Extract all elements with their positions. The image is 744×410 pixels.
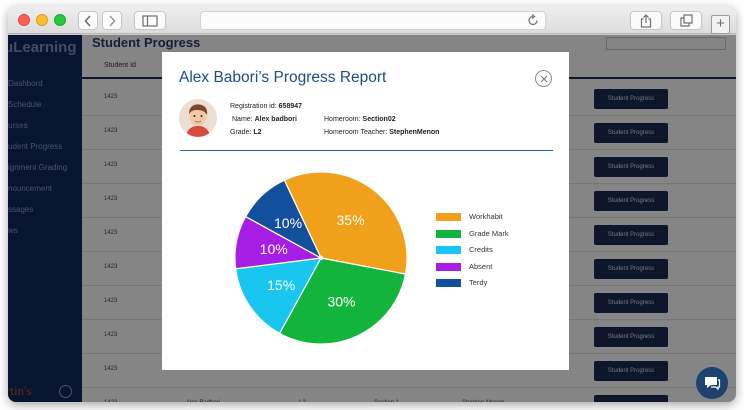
registration-id: Registration id: 658947 [230,103,302,110]
chat-button[interactable] [696,367,728,399]
student-avatar [179,99,217,137]
student-name: Name: Alex badbori [232,116,297,123]
pie-label-grade-mark: 30% [327,294,355,310]
legend-label: Absent [469,261,493,271]
reload-icon[interactable] [527,14,539,27]
student-grade: Grade: L2 [230,129,262,136]
share-button[interactable] [630,11,662,30]
browser-toolbar [8,6,736,34]
registration-id-label: Registration id: [230,103,277,110]
back-button[interactable] [78,11,98,30]
legend-label: Workhabit [469,212,503,221]
legend-swatch [436,279,461,287]
pie-label-credits: 15% [267,277,295,293]
maximize-window-button[interactable] [54,14,66,26]
homeroom-value: Section02 [362,116,396,123]
add-tab-button[interactable]: + [711,15,730,34]
pie-label-workhabit: 35% [337,212,365,228]
student-photo-icon [179,99,217,137]
legend-swatch [436,246,461,254]
chevron-right-icon [109,14,116,27]
student-name-value: Alex badbori [254,116,297,123]
student-name-label: Name: [232,116,253,123]
close-icon [540,75,547,82]
student-grade-label: Grade: [230,129,252,136]
close-window-button[interactable] [18,14,30,26]
sidebar-icon [142,14,158,27]
progress-report-modal: Alex Babori’s Progress Report Registrati… [162,52,569,370]
homeroom-label: Homeroom: [324,116,361,123]
modal-title: Alex Babori’s Progress Report [179,69,387,86]
chat-icon [705,377,721,391]
header-divider [180,150,553,151]
pie-center-dot [318,255,324,261]
legend-swatch [436,229,461,238]
student-grade-value: L2 [253,129,262,136]
legend-swatch [436,262,461,271]
homeroom-teacher: Homeroom Teacher: StephenMenon [324,129,439,136]
legend-label: Terdy [469,278,488,287]
legend-swatch [436,213,461,221]
homeroom-teacher-label: Homeroom Teacher: [324,129,388,136]
homeroom-teacher-value: StephenMenon [389,129,440,136]
forward-button[interactable] [102,11,122,30]
close-modal-button[interactable] [535,70,552,87]
homeroom: Homeroom: Section02 [324,116,396,123]
legend-label: Grade Mark [469,228,509,238]
tabs-button[interactable] [670,11,702,30]
legend-label: Credits [469,245,493,254]
minimize-window-button[interactable] [36,14,48,26]
pie-label-absent: 10% [260,241,288,257]
chevron-left-icon [84,14,91,27]
registration-id-value: 658947 [278,103,303,110]
share-icon [640,13,652,28]
pie-label-terdy: 10% [274,215,302,231]
progress-pie-chart: 35% 30% 15% 10% 10% [234,171,408,345]
sidebar-toggle-button[interactable] [134,11,166,30]
tabs-icon [679,14,693,27]
address-bar[interactable] [200,11,546,30]
